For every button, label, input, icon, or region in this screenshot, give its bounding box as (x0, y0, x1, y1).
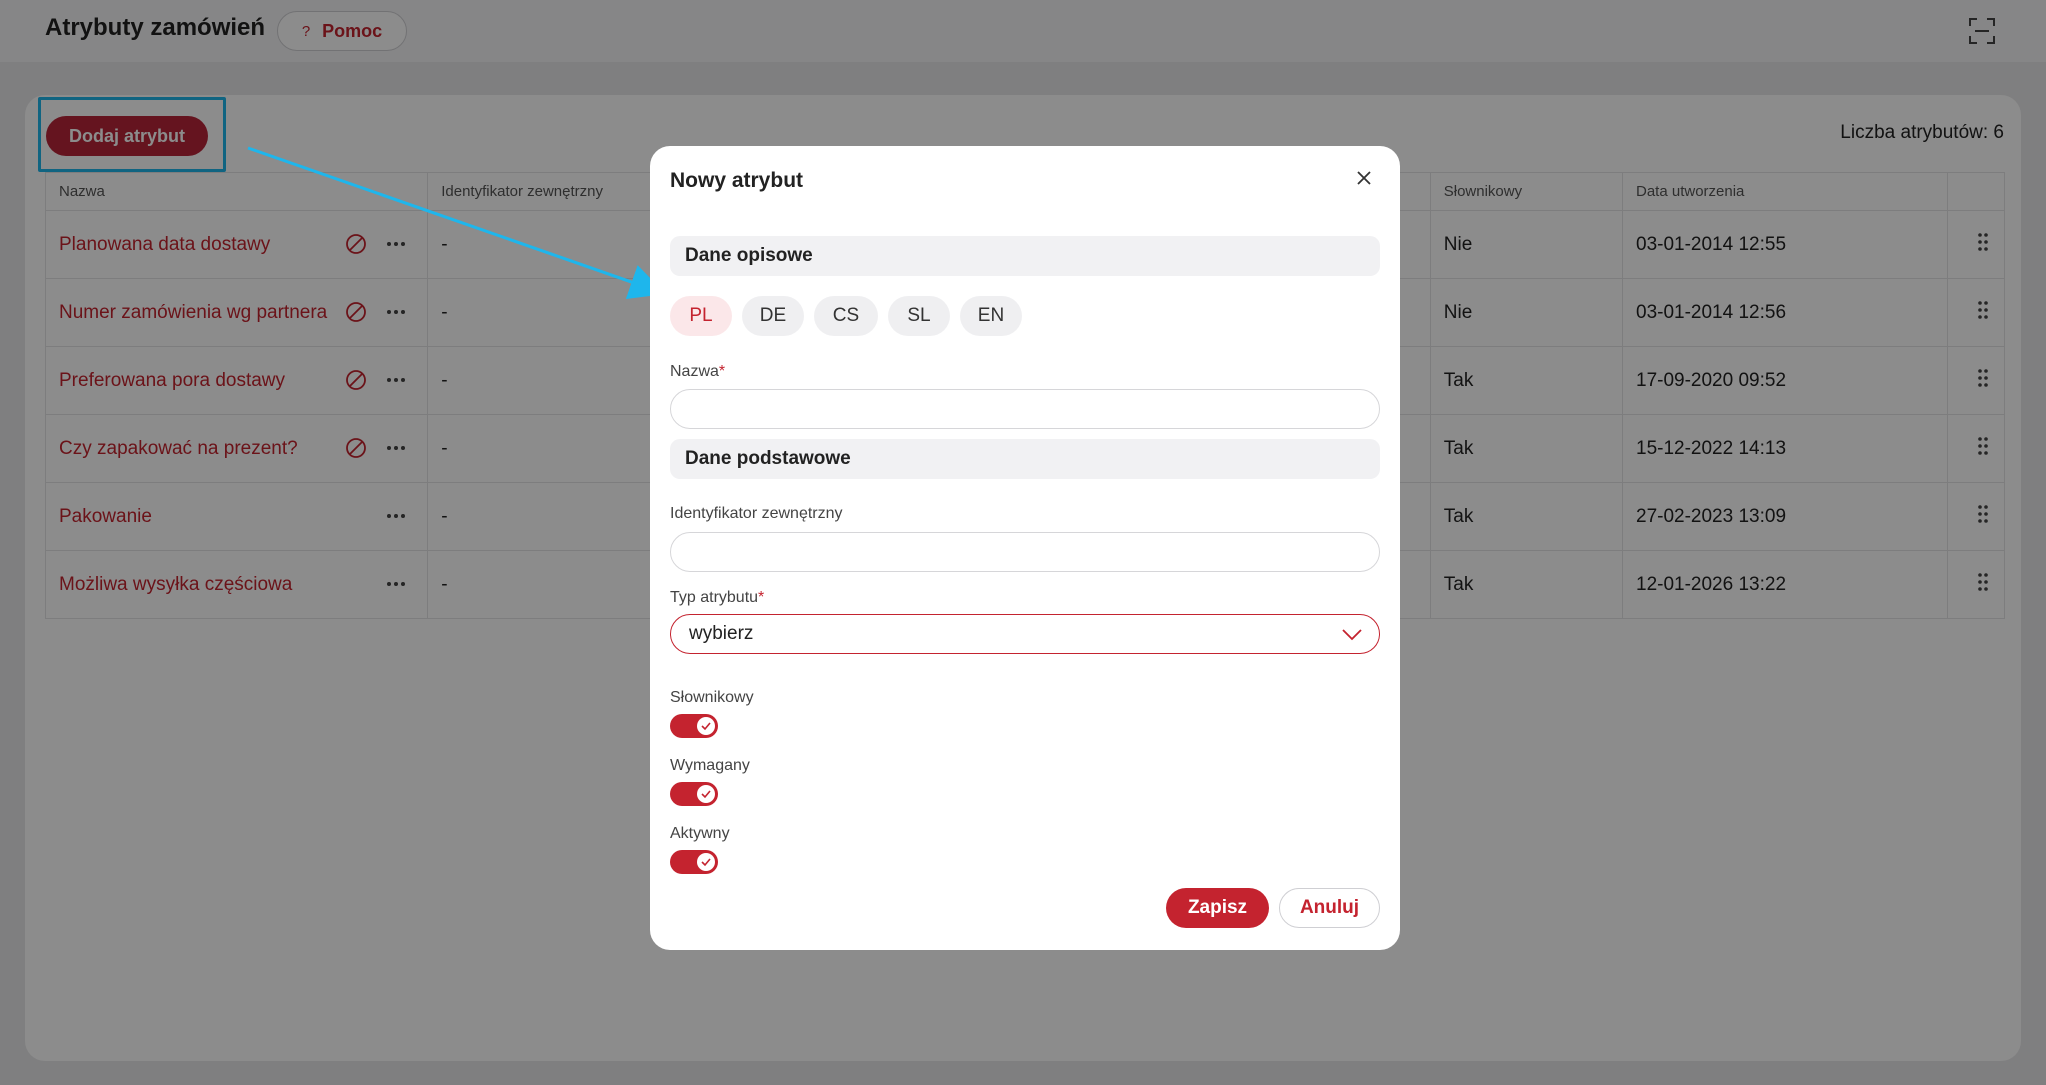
section-basic: Dane podstawowe (670, 439, 1380, 479)
language-tabs: PL DE CS SL EN (670, 296, 1022, 336)
external-id-input[interactable] (670, 532, 1380, 572)
close-icon[interactable] (1353, 167, 1375, 189)
required-mark: * (758, 589, 765, 606)
chevron-down-icon (1342, 629, 1362, 641)
tab-lang-en[interactable]: EN (960, 296, 1022, 336)
toggle-dictionary-label: Słownikowy (670, 689, 754, 706)
toggle-active[interactable] (670, 850, 718, 874)
dialog-title: Nowy atrybut (670, 169, 804, 192)
external-id-label: Identyfikator zewnętrzny (670, 505, 843, 522)
save-button[interactable]: Zapisz (1166, 888, 1269, 928)
toggle-required-label: Wymagany (670, 757, 750, 774)
toggle-knob (697, 717, 715, 735)
name-input[interactable] (670, 389, 1380, 429)
section-descriptive: Dane opisowe (670, 236, 1380, 276)
type-label: Typ atrybutu* (670, 589, 764, 607)
required-mark: * (718, 363, 726, 380)
type-select-value: wybierz (689, 623, 754, 644)
cancel-button[interactable]: Anuluj (1279, 888, 1380, 928)
toggle-knob (697, 853, 715, 871)
toggle-active-label: Aktywny (670, 825, 730, 842)
check-icon (701, 790, 711, 799)
toggle-required[interactable] (670, 782, 718, 806)
name-label-text: Nazwa (670, 363, 719, 380)
toggle-knob (697, 785, 715, 803)
check-icon (701, 722, 711, 731)
new-attribute-dialog: Nowy atrybut Dane opisowe PL DE CS SL EN… (650, 146, 1400, 950)
check-icon (701, 858, 711, 867)
type-label-text: Typ atrybutu (670, 589, 759, 606)
toggle-dictionary[interactable] (670, 714, 718, 738)
tab-lang-cs[interactable]: CS (814, 296, 878, 336)
tab-lang-de[interactable]: DE (742, 296, 804, 336)
name-label: Nazwa* (670, 363, 725, 381)
type-select[interactable]: wybierz (670, 614, 1380, 654)
tab-lang-sl[interactable]: SL (888, 296, 950, 336)
tab-lang-pl[interactable]: PL (670, 296, 732, 336)
